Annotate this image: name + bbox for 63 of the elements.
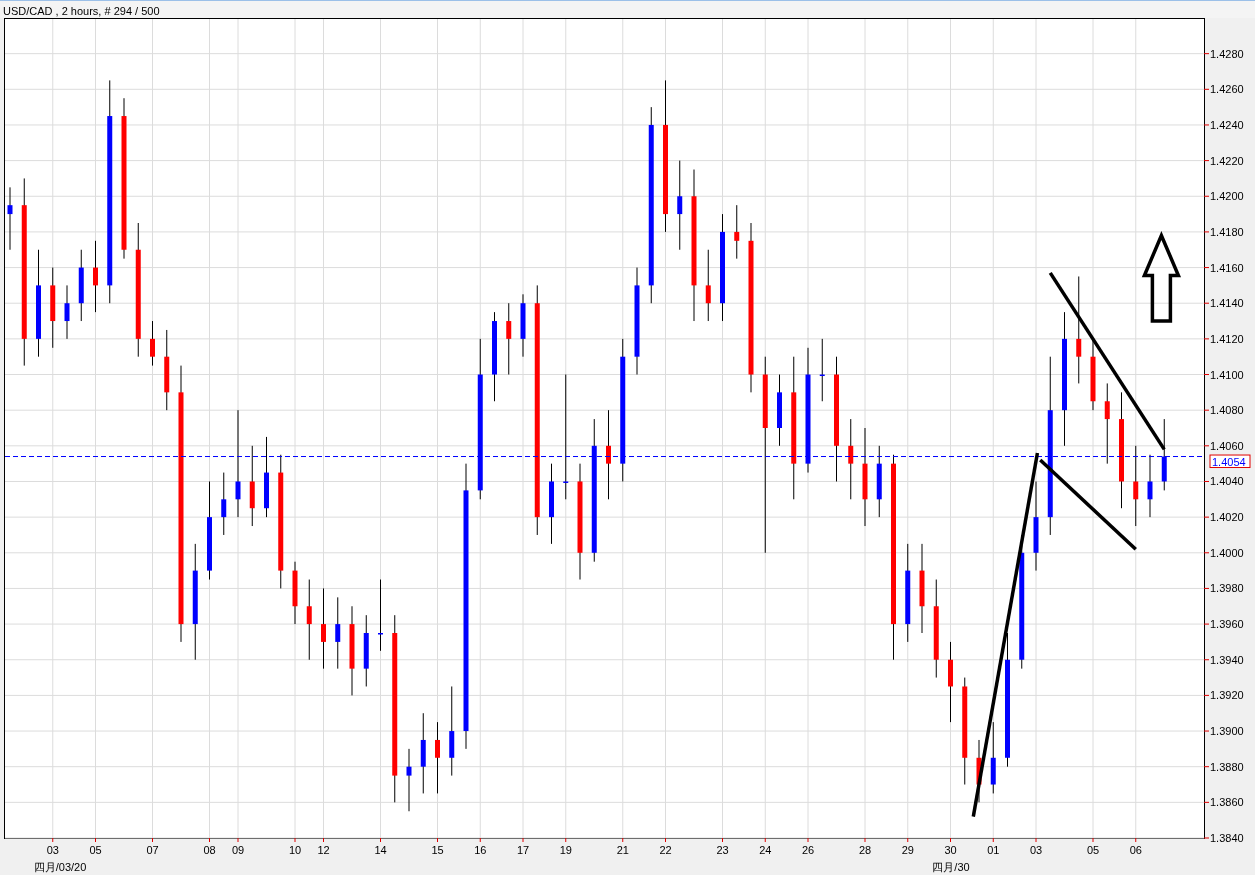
price-axis-label: 1.4120 xyxy=(1210,332,1244,345)
price-axis-label: 1.3980 xyxy=(1210,582,1244,595)
price-axis-label: 1.3940 xyxy=(1210,653,1244,666)
price-axis-label: 1.4160 xyxy=(1210,261,1244,274)
candlestick xyxy=(520,293,526,358)
time-axis-label: 15 xyxy=(431,844,444,856)
time-axis-label: 17 xyxy=(516,844,530,856)
date-label: 四月/03/20 xyxy=(33,861,87,873)
chart-title: USD/CAD , 2 hours, # 294 / 500 xyxy=(2,5,160,17)
price-axis-label: 1.3960 xyxy=(1210,618,1244,631)
time-axis-label: 03 xyxy=(1029,844,1043,856)
price-axis-label: 1.4180 xyxy=(1210,225,1244,238)
time-axis-label: 22 xyxy=(659,844,672,856)
candlestick xyxy=(64,284,70,340)
time-axis-label: 23 xyxy=(716,844,729,856)
price-axis-label: 1.4220 xyxy=(1210,154,1244,167)
price-axis-label: 1.3920 xyxy=(1210,689,1244,702)
candlestick xyxy=(976,739,982,803)
candlestick xyxy=(819,338,825,402)
time-axis-label: 05 xyxy=(1086,844,1100,856)
time-axis-label: 01 xyxy=(987,844,1000,856)
price-axis-label: 1.4100 xyxy=(1210,368,1244,381)
price-axis-label: 1.3860 xyxy=(1210,796,1244,809)
price-axis-label: 1.4140 xyxy=(1210,297,1244,310)
time-axis-label: 28 xyxy=(858,844,872,856)
price-axis-label: 1.3900 xyxy=(1210,725,1244,738)
time-axis-label: 03 xyxy=(46,844,59,856)
time-axis-label: 16 xyxy=(474,844,487,856)
price-axis-label: 1.4020 xyxy=(1210,511,1244,524)
date-label: 四月/30 xyxy=(932,861,970,873)
time-axis-label: 05 xyxy=(89,844,102,856)
price-axis-label: 1.4080 xyxy=(1210,404,1244,417)
price-axis-label: 1.3880 xyxy=(1210,760,1244,773)
time-axis-label: 19 xyxy=(559,844,572,856)
ref-line-label: 1.4054 xyxy=(1212,455,1246,468)
price-axis-label: 1.4040 xyxy=(1210,475,1244,488)
time-axis-label: 06 xyxy=(1129,844,1142,856)
time-axis-label: 07 xyxy=(146,844,159,856)
time-axis-label: 10 xyxy=(288,844,302,856)
candlestick xyxy=(7,186,13,251)
candlestick xyxy=(1147,454,1153,518)
price-axis-label: 1.4240 xyxy=(1210,118,1244,131)
price-axis-label: 1.3840 xyxy=(1210,832,1244,844)
candlestick xyxy=(292,561,298,625)
time-axis-label: 08 xyxy=(203,844,216,856)
price-axis-label: 1.4200 xyxy=(1210,190,1244,203)
price-axis-label: 1.4060 xyxy=(1210,439,1244,452)
time-axis-label: 26 xyxy=(801,844,815,856)
price-axis-label: 1.4280 xyxy=(1210,47,1244,60)
candlestick xyxy=(150,320,155,367)
time-axis-label: 12 xyxy=(317,844,330,856)
price-axis-label: 1.4260 xyxy=(1210,83,1244,96)
price-axis-label: 1.4000 xyxy=(1210,546,1244,559)
time-axis-label: 29 xyxy=(901,844,914,856)
time-axis-label: 09 xyxy=(231,844,245,856)
candlestick xyxy=(734,204,740,260)
candlestick xyxy=(221,472,227,536)
candlestick xyxy=(406,748,412,812)
time-axis-label: 14 xyxy=(374,844,387,856)
current-price-label: 1.4054 xyxy=(1209,454,1251,468)
time-axis-label: 30 xyxy=(944,844,957,856)
time-axis-label: 21 xyxy=(616,844,629,856)
time-axis-label: 24 xyxy=(759,844,772,856)
